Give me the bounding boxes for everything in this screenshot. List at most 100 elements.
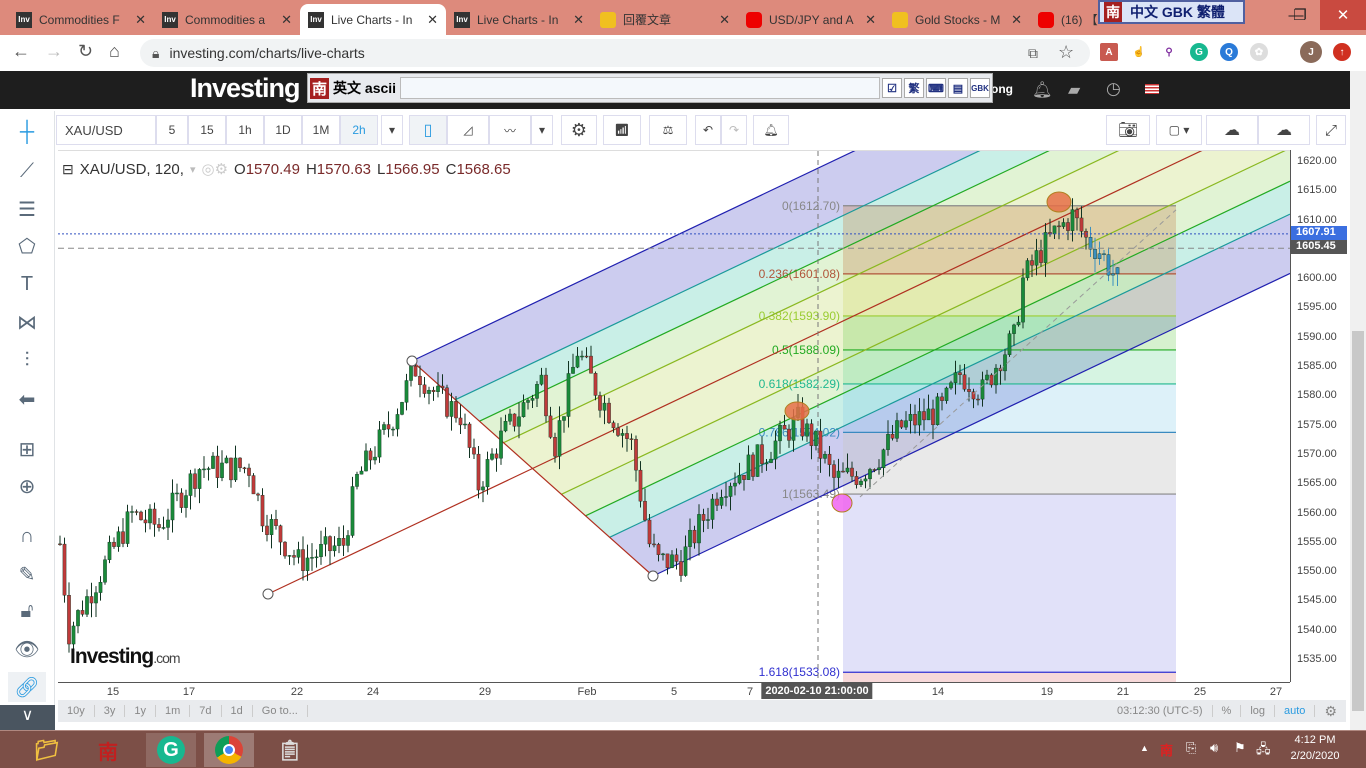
notepad-taskbar-icon[interactable]: 📋︎ (265, 733, 315, 767)
candles-chart-icon[interactable]: ▯ (409, 115, 447, 145)
tray-expand-icon[interactable]: ▲ (1140, 743, 1149, 753)
us-flag-icon[interactable] (1145, 84, 1159, 94)
redo-icon[interactable]: ↷ (721, 115, 747, 145)
range-button-0[interactable]: 10y (58, 705, 95, 717)
close-tab-icon[interactable]: ✕ (281, 12, 292, 28)
ime-traditional-button[interactable]: 繁 (904, 78, 924, 98)
text-tool-icon[interactable]: T (8, 269, 46, 299)
ime-check-icon[interactable]: ☑ (882, 78, 902, 98)
range-button-5[interactable]: 1d (222, 705, 253, 717)
range-button-3[interactable]: 1m (156, 705, 191, 717)
magnet-icon[interactable]: ∩ (8, 521, 46, 551)
price-axis[interactable]: 1620.001615.001610.001605.001600.001595.… (1290, 150, 1347, 682)
axis-settings-icon[interactable]: ⚙ (1315, 703, 1346, 720)
profile-avatar[interactable]: J (1300, 41, 1322, 63)
close-tab-icon[interactable]: ✕ (573, 12, 584, 28)
crosshair-tool-icon[interactable]: ┼ (8, 117, 46, 147)
grammarly-taskbar-icon[interactable]: G (146, 733, 196, 767)
time-axis[interactable]: 15 17 22 24 29 Feb 5 7 14 19 21 25 27 2020-02-10 21:0… (58, 682, 1290, 700)
translate-icon[interactable]: ⧉ (1028, 45, 1038, 62)
bell-icon[interactable]: 🔔︎ (1032, 80, 1052, 100)
line-chart-icon[interactable]: 〰 (489, 115, 531, 145)
browser-tab[interactable]: Inv Commodities a ✕ (154, 4, 300, 35)
page-scrollbar[interactable] (1350, 71, 1366, 730)
ime-window-icon[interactable]: ▤ (948, 78, 968, 98)
browser-tab[interactable]: 回覆文章 ✕ (592, 4, 738, 35)
portfolio-icon[interactable]: ▰ (1068, 80, 1080, 100)
symbol-input[interactable]: XAU/USD (56, 115, 156, 145)
measure-tool-icon[interactable]: ⊞ (8, 434, 46, 464)
browser-tab[interactable]: Gold Stocks - M ✕ (884, 4, 1030, 35)
investing-logo[interactable]: Investing (190, 73, 301, 104)
back-icon[interactable]: ← (12, 41, 30, 62)
area-chart-icon[interactable]: ◿ (447, 115, 489, 145)
lock-drawings-icon[interactable]: ✎ (8, 559, 46, 589)
clock-icon[interactable]: ◷ (1106, 79, 1121, 99)
trend-line-tool-icon[interactable]: ⟋ (8, 156, 46, 186)
restore-button[interactable]: ❐ (1280, 0, 1320, 30)
collapse-legend-icon[interactable]: ⊟ (62, 161, 74, 178)
browser-tab[interactable]: Inv Commodities F ✕ (8, 4, 154, 35)
interval-button-1D[interactable]: 1D (264, 115, 302, 145)
pattern-tool-icon[interactable]: ⬠ (8, 231, 46, 261)
gann-tool-icon[interactable]: ⋈ (8, 307, 46, 337)
home-icon[interactable]: ⌂ (109, 41, 120, 62)
log-scale-button[interactable]: log (1241, 705, 1276, 717)
range-button-2[interactable]: 1y (125, 705, 156, 717)
interval-dropdown-icon[interactable]: ▾ (381, 115, 403, 145)
network-icon[interactable]: 🖧︎ (1256, 740, 1271, 762)
ime-app-icon[interactable]: 南 (83, 733, 133, 767)
interval-button-15[interactable]: 15 (188, 115, 226, 145)
header-user-text[interactable]: ong (991, 82, 1013, 96)
cloud-download-icon[interactable]: ☁ (1206, 115, 1258, 145)
ime-composition-field[interactable] (400, 77, 880, 99)
ime-gbk-button[interactable]: GBK (970, 78, 990, 98)
lens-extension-icon[interactable]: Q (1220, 43, 1238, 61)
update-icon[interactable]: ↑ (1333, 43, 1351, 61)
close-window-button[interactable]: ✕ (1320, 0, 1366, 30)
grammarly-icon[interactable]: G (1190, 43, 1208, 61)
flag-alert-icon[interactable]: ⚑ (1234, 740, 1246, 756)
ime-status-box[interactable]: 南中文 GBK 繁體 (1098, 0, 1245, 24)
url-input[interactable]: 🔒︎ investing.com/charts/live-charts (140, 39, 1090, 67)
browser-tab[interactable]: Inv Live Charts - In ✕ (446, 4, 592, 35)
ime-mode[interactable]: 英文 ascii (333, 78, 396, 98)
bookmark-star-icon[interactable]: ☆ (1058, 42, 1074, 63)
indicators-icon[interactable]: 📶︎ (603, 115, 641, 145)
close-tab-icon[interactable]: ✕ (1011, 12, 1022, 28)
collapse-sidebar-icon[interactable]: ∨ (0, 705, 55, 730)
fullscreen-icon[interactable]: ⤢ (1316, 115, 1346, 145)
range-button-4[interactable]: 7d (190, 705, 222, 717)
add-alert-icon[interactable]: 🔔︎ (753, 115, 789, 145)
percent-scale-button[interactable]: % (1213, 705, 1242, 717)
ime-keyboard-icon[interactable]: ⌨ (926, 78, 946, 98)
extension-icon[interactable]: ✿ (1250, 43, 1268, 61)
close-tab-icon[interactable]: ✕ (719, 12, 730, 28)
range-button-1[interactable]: 3y (95, 705, 126, 717)
prediction-tool-icon[interactable]: ⫶ (8, 345, 46, 375)
close-tab-icon[interactable]: ✕ (427, 12, 438, 28)
close-tab-icon[interactable]: ✕ (865, 12, 876, 28)
volume-icon[interactable]: 🔊︎ (1210, 740, 1218, 756)
chart-type-dropdown-icon[interactable]: ▾ (531, 115, 553, 145)
unlock-icon[interactable]: 🔓︎ (8, 596, 46, 626)
pdf-extension-icon[interactable]: A (1100, 43, 1118, 61)
touch-extension-icon[interactable]: ☝ (1130, 43, 1148, 61)
file-explorer-icon[interactable]: 📁︎ (22, 733, 72, 767)
legend-settings-icon[interactable]: ◎⚙ (201, 160, 228, 178)
compare-scales-icon[interactable]: ⚖ (649, 115, 687, 145)
chrome-taskbar-icon[interactable] (204, 733, 254, 767)
browser-tab[interactable]: Inv Live Charts - In ✕ (300, 4, 446, 35)
search-extension-icon[interactable]: ⚲ (1160, 43, 1178, 61)
eye-icon[interactable]: 👁︎ (8, 634, 46, 664)
auto-scale-button[interactable]: auto (1275, 705, 1316, 717)
price-chart[interactable]: 0(1612.70) 0.236(1601.08) 0.382(1593.90) 0.… (58, 150, 1290, 682)
chart-canvas[interactable]: 0(1612.70)0.236(1601.08)0.382(1593.90)0.… (58, 151, 1290, 682)
undo-icon[interactable]: ↶ (695, 115, 721, 145)
legend-dropdown-icon[interactable]: ▾ (190, 163, 196, 176)
color-picker-dropdown[interactable]: ▢ ▾ (1156, 115, 1202, 145)
interval-button-5[interactable]: 5 (156, 115, 188, 145)
scrollbar-thumb[interactable] (1352, 331, 1364, 711)
fib-tool-icon[interactable]: ☰ (8, 194, 46, 224)
browser-tab[interactable]: USD/JPY and A ✕ (738, 4, 884, 35)
